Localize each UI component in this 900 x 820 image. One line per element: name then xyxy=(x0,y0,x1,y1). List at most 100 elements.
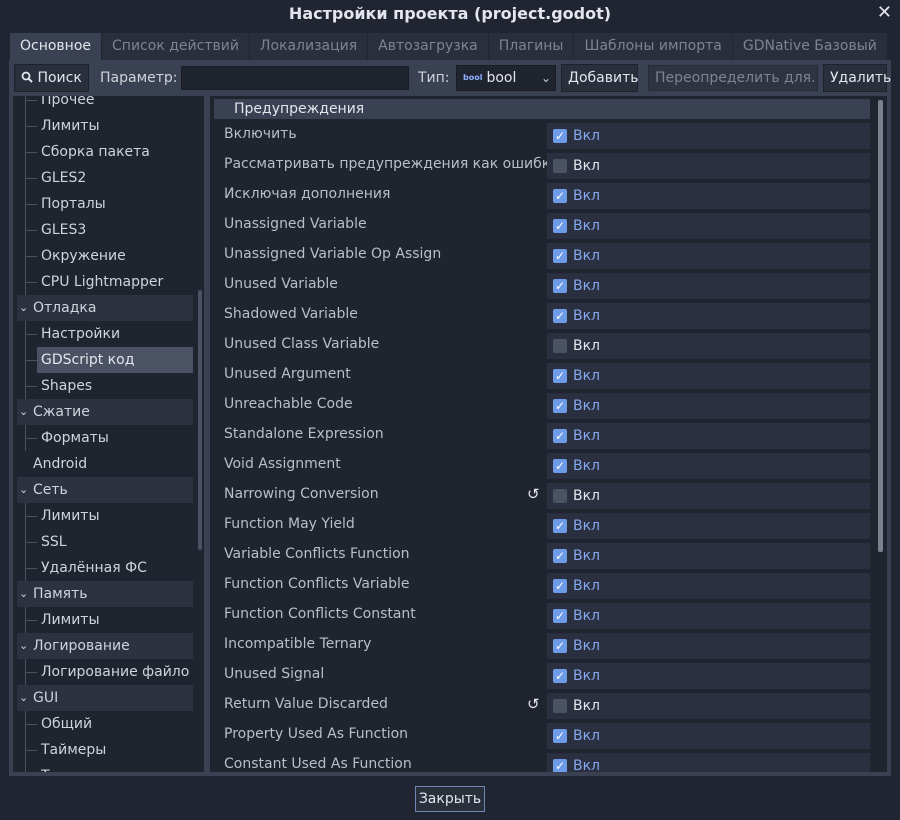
delete-button[interactable]: Удалить xyxy=(823,64,891,92)
checkbox-checked-icon[interactable] xyxy=(553,603,567,629)
tree-item[interactable]: Окружение xyxy=(13,243,193,269)
tab-item[interactable]: Список действий xyxy=(102,33,249,60)
property-checkbox[interactable]: Вкл xyxy=(547,273,870,299)
tree-item[interactable]: Порталы xyxy=(13,191,193,217)
tree-section[interactable]: ⌄ Сеть xyxy=(17,477,193,503)
checkbox-checked-icon[interactable] xyxy=(553,363,567,389)
checkbox-checked-icon[interactable] xyxy=(553,543,567,569)
property-checkbox[interactable]: Вкл xyxy=(547,213,870,239)
tab-item[interactable]: Основное xyxy=(10,33,102,60)
tree-item[interactable]: Настройки xyxy=(13,321,193,347)
inspector-scrollbar[interactable] xyxy=(878,100,883,552)
property-checkbox[interactable]: Вкл xyxy=(547,573,870,599)
property-checkbox[interactable]: Вкл xyxy=(547,423,870,449)
property-name: Unused Variable xyxy=(224,276,338,292)
tree-item[interactable]: CPU Lightmapper xyxy=(13,269,193,295)
property-checkbox[interactable]: Вкл xyxy=(547,453,870,479)
checkbox-unchecked-icon[interactable] xyxy=(553,699,567,713)
revert-icon[interactable]: ↺ xyxy=(527,481,540,507)
checkbox-checked-icon[interactable] xyxy=(553,243,567,269)
tree-item[interactable]: Лимиты xyxy=(13,503,193,529)
tree-item[interactable]: Android xyxy=(17,451,193,477)
property-checkbox[interactable]: Вкл xyxy=(547,393,870,419)
chevron-down-icon[interactable]: ⌄ xyxy=(19,295,28,321)
checkbox-checked-icon[interactable] xyxy=(553,303,567,329)
checkbox-checked-icon[interactable] xyxy=(553,753,567,772)
tree-item-label: Лимиты xyxy=(41,118,100,134)
checkbox-checked-icon[interactable] xyxy=(553,633,567,659)
property-checkbox[interactable]: Вкл xyxy=(547,603,870,629)
property-checkbox[interactable]: Вкл xyxy=(547,153,870,179)
property-checkbox[interactable]: Вкл xyxy=(547,753,870,772)
property-checkbox[interactable]: Вкл xyxy=(547,333,870,359)
tree-item[interactable]: Shapes xyxy=(13,373,193,399)
tree-scrollbar[interactable] xyxy=(198,290,202,550)
property-checkbox[interactable]: Вкл xyxy=(547,123,870,149)
checkbox-unchecked-icon[interactable] xyxy=(553,339,567,353)
tree-section[interactable]: ⌄ Память xyxy=(17,581,193,607)
param-input[interactable] xyxy=(181,66,409,90)
property-checkbox[interactable]: Вкл xyxy=(547,543,870,569)
checkbox-unchecked-icon[interactable] xyxy=(553,159,567,173)
property-checkbox[interactable]: Вкл xyxy=(547,183,870,209)
checkbox-checked-icon[interactable] xyxy=(553,423,567,449)
tree-section[interactable]: ⌄ Отладка xyxy=(17,295,193,321)
chevron-down-icon[interactable]: ⌄ xyxy=(19,399,28,425)
property-name: Property Used As Function xyxy=(224,726,409,742)
tree-item[interactable]: GLES3 xyxy=(13,217,193,243)
property-checkbox[interactable]: Вкл xyxy=(547,243,870,269)
property-checkbox[interactable]: Вкл xyxy=(547,303,870,329)
checkbox-checked-icon[interactable] xyxy=(553,723,567,749)
tree-item[interactable]: Тема xyxy=(13,763,193,772)
chevron-down-icon[interactable]: ⌄ xyxy=(19,633,28,659)
tab-item[interactable]: Автозагрузка xyxy=(368,33,488,60)
tree-item[interactable]: Логирование файло xyxy=(13,659,193,685)
tree-item[interactable]: Сборка пакета xyxy=(13,139,193,165)
tree-item[interactable]: Общий xyxy=(13,711,193,737)
tree-item[interactable]: Форматы xyxy=(13,425,193,451)
property-checkbox[interactable]: Вкл xyxy=(547,483,870,509)
checkbox-checked-icon[interactable] xyxy=(553,453,567,479)
tree-section[interactable]: ⌄ Логирование xyxy=(17,633,193,659)
add-button[interactable]: Добавить xyxy=(561,64,638,92)
tab-item[interactable]: Плагины xyxy=(488,33,574,60)
checkbox-checked-icon[interactable] xyxy=(553,213,567,239)
checkbox-checked-icon[interactable] xyxy=(553,573,567,599)
checkbox-unchecked-icon[interactable] xyxy=(553,489,567,503)
checkbox-checked-icon[interactable] xyxy=(553,663,567,689)
checkbox-checked-icon[interactable] xyxy=(553,273,567,299)
property-checkbox[interactable]: Вкл xyxy=(547,513,870,539)
tree-item[interactable]: GDScript код xyxy=(13,347,193,373)
chevron-down-icon[interactable]: ⌄ xyxy=(19,581,28,607)
tree-section[interactable]: ⌄ GUI xyxy=(17,685,193,711)
tab-item[interactable]: GDNative Базовый xyxy=(732,33,887,60)
property-checkbox[interactable]: Вкл xyxy=(547,723,870,749)
tree-item[interactable]: Лимиты xyxy=(13,607,193,633)
close-icon[interactable]: ✕ xyxy=(877,2,892,23)
checkbox-checked-icon[interactable] xyxy=(553,183,567,209)
chevron-down-icon[interactable]: ⌄ xyxy=(19,477,28,503)
tree-item[interactable]: Удалённая ФС xyxy=(13,555,193,581)
search-button[interactable]: Поиск xyxy=(14,64,89,92)
checkbox-checked-icon[interactable] xyxy=(553,513,567,539)
tree-item[interactable]: SSL xyxy=(13,529,193,555)
revert-icon[interactable]: ↺ xyxy=(527,691,540,717)
checkbox-checked-icon[interactable] xyxy=(553,123,567,149)
chevron-down-icon[interactable]: ⌄ xyxy=(19,685,28,711)
property-checkbox[interactable]: Вкл xyxy=(547,363,870,389)
tree-item[interactable]: GLES2 xyxy=(13,165,193,191)
property-checkbox[interactable]: Вкл xyxy=(547,663,870,689)
tab-item[interactable]: Локализация xyxy=(249,33,368,60)
property-checkbox[interactable]: Вкл xyxy=(547,633,870,659)
tab-item[interactable]: Шаблоны импорта xyxy=(574,33,732,60)
close-button[interactable]: Закрыть xyxy=(415,786,485,812)
tree-item-label: Логирование xyxy=(33,638,130,654)
tree-item[interactable]: Прочее xyxy=(13,96,193,113)
property-checkbox[interactable]: Вкл xyxy=(547,693,870,719)
checkbox-checked-icon[interactable] xyxy=(553,393,567,419)
override-select[interactable]: Переопределить для... xyxy=(648,65,818,91)
tree-item[interactable]: Таймеры xyxy=(13,737,193,763)
tree-section[interactable]: ⌄ Сжатие xyxy=(17,399,193,425)
type-select[interactable]: bool bool ⌄ xyxy=(456,65,556,91)
tree-item[interactable]: Лимиты xyxy=(13,113,193,139)
